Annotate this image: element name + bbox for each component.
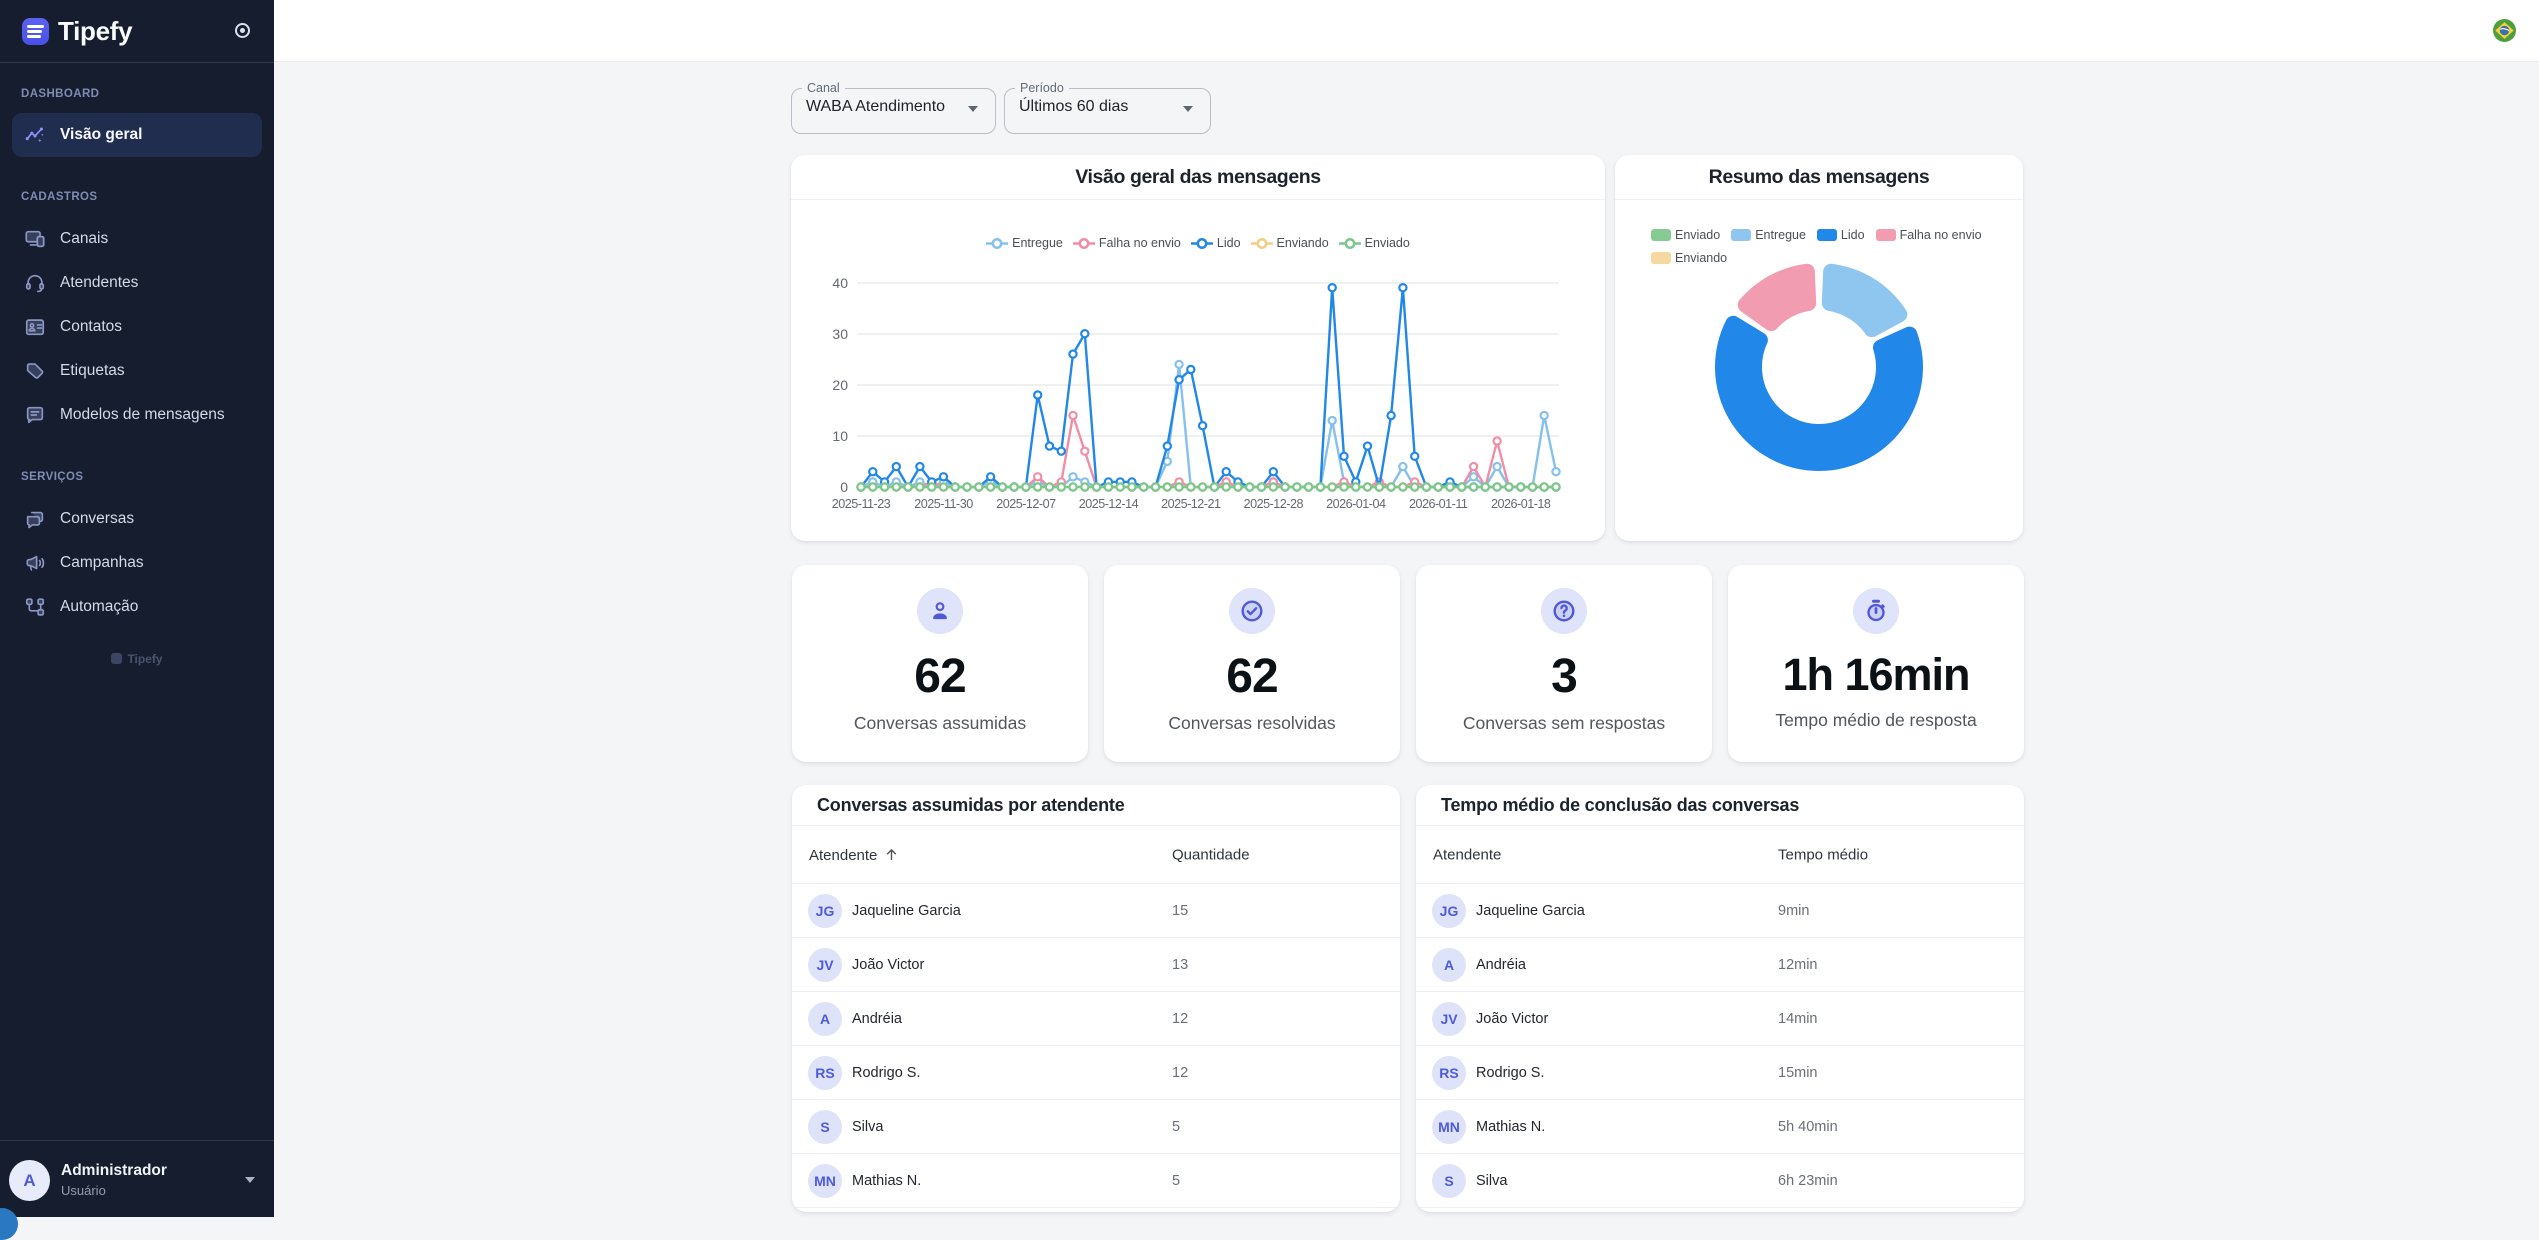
svg-text:2025-12-28: 2025-12-28 xyxy=(1244,497,1304,511)
svg-text:30: 30 xyxy=(832,326,848,342)
svg-text:2026-01-11: 2026-01-11 xyxy=(1409,497,1468,511)
svg-text:2026-01-18: 2026-01-18 xyxy=(1491,497,1551,511)
svg-text:40: 40 xyxy=(832,275,848,291)
svg-text:2026-01-04: 2026-01-04 xyxy=(1326,497,1386,511)
svg-text:10: 10 xyxy=(832,428,848,444)
svg-text:2025-11-30: 2025-11-30 xyxy=(914,497,973,511)
svg-text:2025-11-23: 2025-11-23 xyxy=(832,497,891,511)
svg-text:0: 0 xyxy=(840,479,848,495)
svg-text:20: 20 xyxy=(832,377,848,393)
svg-text:2025-12-14: 2025-12-14 xyxy=(1079,497,1139,511)
svg-text:2025-12-21: 2025-12-21 xyxy=(1161,497,1221,511)
svg-text:2025-12-07: 2025-12-07 xyxy=(996,497,1056,511)
